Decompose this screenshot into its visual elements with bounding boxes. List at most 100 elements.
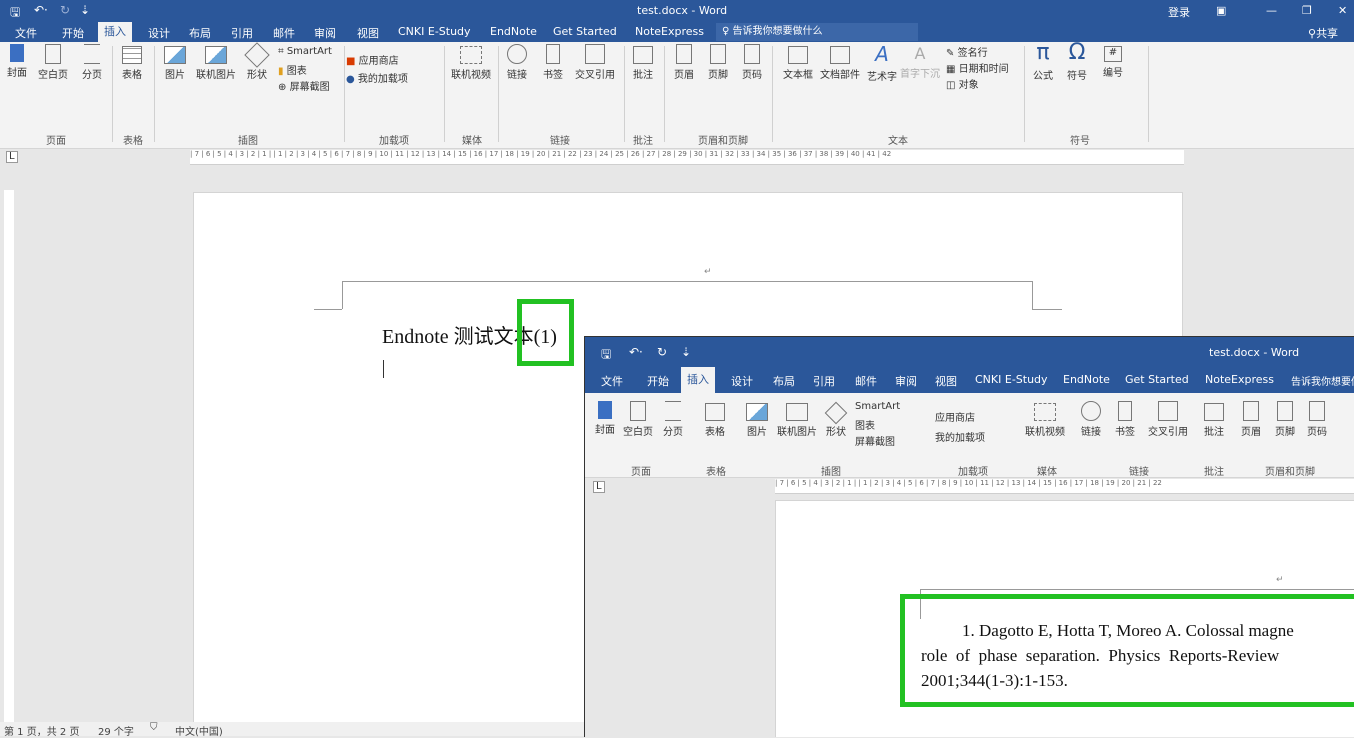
login-link[interactable]: 登录 — [1168, 4, 1190, 20]
overlay-tab-mailings[interactable]: 邮件 — [855, 373, 877, 389]
shapes-button[interactable]: 形状 — [244, 42, 270, 81]
bookmark-button[interactable]: 书签 — [540, 44, 566, 81]
tab-endnote[interactable]: EndNote — [490, 25, 537, 38]
tab-layout[interactable]: 布局 — [189, 25, 211, 41]
overlay-tab-selector-icon[interactable]: L — [593, 481, 605, 493]
overlay-tab-review[interactable]: 审阅 — [895, 373, 917, 389]
screenshot-button[interactable]: ⊕ 屏幕截图 — [278, 78, 330, 93]
tab-design[interactable]: 设计 — [148, 25, 170, 41]
overlay-tab-view[interactable]: 视图 — [935, 373, 957, 389]
page-break-button[interactable]: 分页 — [80, 44, 104, 81]
date-time-button[interactable]: ▦ 日期和时间 — [946, 60, 1009, 75]
overlay-my-addins-button[interactable]: 我的加载项 — [935, 429, 985, 444]
picture-button[interactable]: 图片 — [163, 46, 187, 81]
textbox-button[interactable]: 文本框 — [780, 46, 816, 81]
tab-review[interactable]: 审阅 — [314, 25, 336, 41]
overlay-redo-icon[interactable]: ↻ — [657, 345, 667, 359]
smartart-button[interactable]: ⌗ SmartArt — [278, 46, 332, 57]
overlay-tab-design[interactable]: 设计 — [731, 373, 753, 389]
overlay-tab-noteexpress[interactable]: NoteExpress — [1205, 373, 1274, 386]
header-line — [342, 281, 1032, 282]
blank-page-button[interactable]: 空白页 — [38, 44, 68, 81]
tab-selector-icon[interactable]: L — [6, 151, 18, 163]
tab-mailings[interactable]: 邮件 — [273, 25, 295, 41]
proofing-icon[interactable]: ⛉ — [150, 722, 158, 733]
overlay-tab-endnote[interactable]: EndNote — [1063, 373, 1110, 386]
table-button[interactable]: 表格 — [120, 46, 144, 81]
overlay-cross-reference-button[interactable]: 交叉引用 — [1145, 401, 1191, 438]
overlay-footer-button[interactable]: 页脚 — [1273, 401, 1297, 438]
minimize-icon[interactable]: — — [1266, 4, 1277, 17]
tell-me-box[interactable]: ♀ 告诉我你想要做什么 — [716, 23, 918, 41]
cross-reference-button[interactable]: 交叉引用 — [572, 44, 618, 81]
store-button[interactable]: ■ 应用商店 — [346, 52, 399, 67]
my-addins-button[interactable]: ● 我的加载项 — [346, 70, 408, 85]
comment-button[interactable]: 批注 — [630, 46, 656, 81]
overlay-page-break-button[interactable]: 分页 — [661, 401, 685, 438]
overlay-tab-file[interactable]: 文件 — [601, 373, 623, 389]
overlay-undo-icon[interactable]: ↶· — [629, 345, 643, 359]
page-number-button[interactable]: 页码 — [740, 44, 764, 81]
overlay-tell-me[interactable]: 告诉我你想要做什么 — [1291, 373, 1354, 388]
ribbon-display-options-icon[interactable]: ▣ — [1216, 4, 1226, 17]
overlay-tab-get-started[interactable]: Get Started — [1125, 373, 1189, 386]
horizontal-ruler[interactable]: | 7 | 6 | 5 | 4 | 3 | 2 | 1 | | 1 | 2 | … — [190, 150, 1184, 165]
overlay-online-picture-button[interactable]: 联机图片 — [775, 403, 819, 438]
overlay-tab-home[interactable]: 开始 — [647, 373, 669, 389]
overlay-comment-button[interactable]: 批注 — [1201, 403, 1227, 438]
vertical-ruler[interactable] — [4, 190, 14, 722]
symbol-button[interactable]: Ω 符号 — [1064, 40, 1090, 82]
tab-get-started[interactable]: Get Started — [553, 25, 617, 38]
customize-quick-access-icon[interactable]: ⇣ — [80, 3, 90, 17]
overlay-horizontal-ruler[interactable]: | 7 | 6 | 5 | 4 | 3 | 2 | 1 | | 1 | 2 | … — [775, 479, 1354, 494]
overlay-chart-button[interactable]: 图表 — [855, 417, 875, 432]
overlay-cover-page-icon — [598, 401, 612, 419]
overlay-cover-page-button[interactable]: 封面 — [593, 401, 617, 436]
link-button[interactable]: 链接 — [504, 44, 530, 81]
tab-noteexpress[interactable]: NoteExpress — [635, 25, 704, 38]
undo-icon[interactable]: ↶· — [34, 3, 48, 17]
object-button[interactable]: ◫ 对象 — [946, 76, 979, 91]
overlay-picture-button[interactable]: 图片 — [745, 403, 769, 438]
wordart-button[interactable]: A 艺术字 — [864, 42, 900, 83]
overlay-customize-icon[interactable]: ⇣ — [681, 345, 691, 359]
equation-button[interactable]: π 公式 — [1030, 40, 1056, 82]
overlay-screenshot-button[interactable]: 屏幕截图 — [855, 433, 895, 448]
overlay-header-button[interactable]: 页眉 — [1239, 401, 1263, 438]
tab-insert[interactable]: 插入 — [98, 22, 132, 42]
tab-view[interactable]: 视图 — [357, 25, 379, 41]
cover-page-button[interactable]: 封面 — [6, 44, 28, 79]
close-icon[interactable]: ✕ — [1338, 4, 1347, 17]
online-video-button[interactable]: 联机视频 — [449, 46, 493, 81]
overlay-smartart-button[interactable]: SmartArt — [855, 401, 900, 412]
overlay-tab-layout[interactable]: 布局 — [773, 373, 795, 389]
overlay-store-button[interactable]: 应用商店 — [935, 409, 975, 424]
overlay-table-button[interactable]: 表格 — [703, 403, 727, 438]
quick-parts-button[interactable]: 文档部件 — [818, 46, 862, 81]
online-picture-button[interactable]: 联机图片 — [194, 46, 238, 81]
overlay-save-icon[interactable]: 🖫 — [601, 345, 611, 366]
footer-button[interactable]: 页脚 — [706, 44, 730, 81]
overlay-tab-cnki[interactable]: CNKI E-Study — [975, 373, 1048, 386]
chart-button[interactable]: ▮ 图表 — [278, 62, 307, 77]
tab-home[interactable]: 开始 — [62, 25, 84, 41]
tab-cnki[interactable]: CNKI E-Study — [398, 25, 471, 38]
overlay-bookmark-button[interactable]: 书签 — [1113, 401, 1137, 438]
drop-cap-button[interactable]: A 首字下沉 — [900, 44, 940, 80]
header-button[interactable]: 页眉 — [672, 44, 696, 81]
tab-references[interactable]: 引用 — [231, 25, 253, 41]
share-button[interactable]: ⚲共享 — [1308, 25, 1338, 41]
maximize-icon[interactable]: ❐ — [1302, 4, 1312, 17]
overlay-link-button[interactable]: 链接 — [1081, 401, 1101, 438]
numbering-button[interactable]: # 编号 — [1100, 46, 1126, 79]
overlay-tab-references[interactable]: 引用 — [813, 373, 835, 389]
tab-file[interactable]: 文件 — [15, 25, 37, 41]
overlay-page-number-button[interactable]: 页码 — [1305, 401, 1329, 438]
overlay-blank-page-button[interactable]: 空白页 — [623, 401, 653, 438]
save-icon[interactable]: 🖫 — [10, 3, 20, 24]
overlay-shapes-button[interactable]: 形状 — [823, 401, 849, 438]
signature-line-button[interactable]: ✎ 签名行 — [946, 44, 988, 59]
redo-icon[interactable]: ↻ — [60, 3, 70, 17]
overlay-online-video-button[interactable]: 联机视频 — [1023, 403, 1067, 438]
overlay-tab-insert[interactable]: 插入 — [681, 367, 715, 393]
